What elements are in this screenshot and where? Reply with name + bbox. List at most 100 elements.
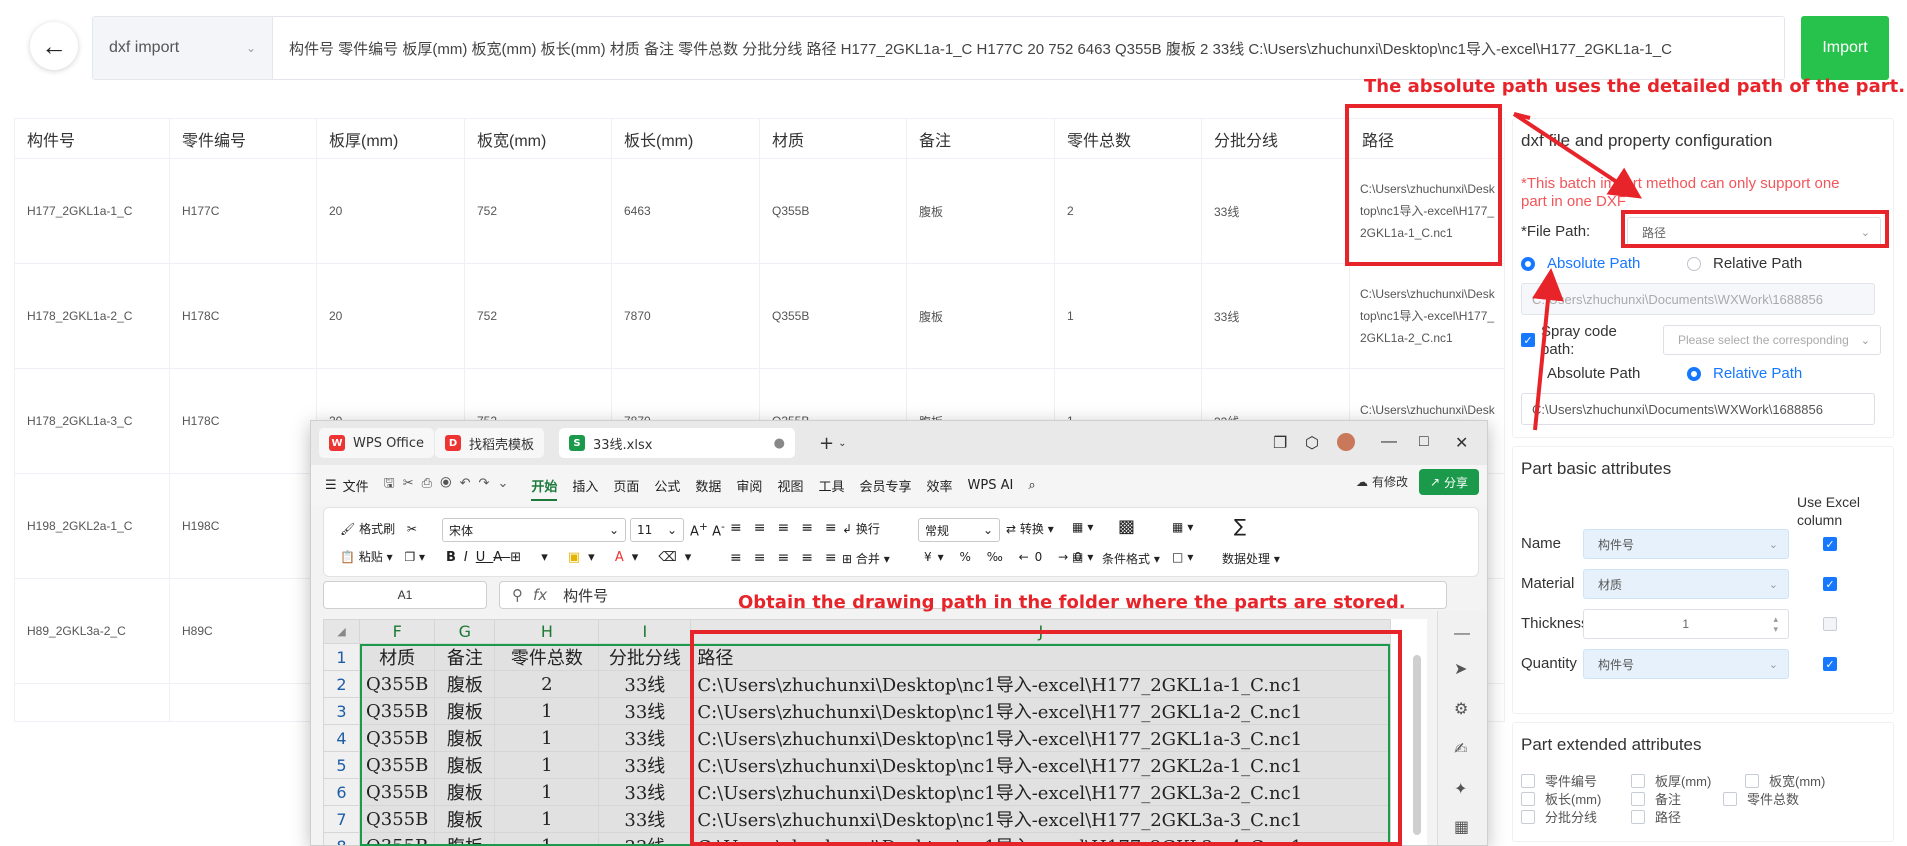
column-letter[interactable]: H — [494, 619, 600, 644]
menu-item[interactable]: WPS AI — [968, 478, 1014, 493]
row-number[interactable]: 2 — [323, 670, 360, 698]
menu-item[interactable]: 开始 — [531, 476, 558, 501]
extended-attr-checkbox[interactable]: 零件编号 — [1521, 771, 1597, 790]
font-grow-icon[interactable]: A+ A- — [690, 520, 725, 539]
sheet-row[interactable]: 1 材质 备注 零件总数 分批分线 路径 — [323, 643, 1392, 671]
sheet-row[interactable]: 3 Q355B 腹板 1 33线 C:\Users\zhuchunxi\Desktop\n… — [323, 697, 1392, 725]
search-icon[interactable]: ⌕ — [1028, 478, 1035, 493]
border-icon[interactable]: □▾ — [1172, 550, 1197, 564]
font-style-buttons[interactable]: BIUA⊞ ▾ ▣▾ A▾ ⌫▾ — [446, 550, 699, 565]
avatar[interactable] — [1337, 433, 1355, 451]
thickness-stepper[interactable]: 1 ▴ ▾ — [1583, 609, 1789, 639]
data-processing-button[interactable]: 数据处理 ▾ — [1222, 550, 1280, 567]
format-select[interactable]: dxf import ⌄ — [93, 17, 273, 79]
row-number[interactable]: 4 — [323, 724, 360, 752]
paste-button[interactable]: 📋 粘贴 ▾ ❐ ▾ — [340, 548, 425, 565]
tab-templates[interactable]: D 找稻壳模板 — [435, 428, 545, 458]
basic-attr-select[interactable]: 构件号 ⌄ — [1583, 649, 1789, 679]
number-format-select[interactable]: 常规 ⌄ — [918, 518, 1000, 542]
menu-item[interactable]: 页面 — [613, 476, 639, 495]
row-number[interactable]: 1 — [323, 643, 360, 671]
select-all-corner[interactable]: ◢ — [323, 619, 360, 644]
sum-icon[interactable]: ∑ — [1234, 516, 1246, 537]
cube-icon[interactable]: ⬡ — [1305, 433, 1319, 453]
rows-cols-icon[interactable]: ▦▾ — [1072, 520, 1097, 534]
vertical-scrollbar[interactable] — [1413, 655, 1421, 835]
menu-item[interactable]: 插入 — [572, 476, 598, 495]
spray-code-select[interactable]: Please select the corresponding ⌄ — [1663, 325, 1881, 355]
row-number[interactable]: 5 — [323, 751, 360, 779]
layout-icon[interactable]: ❐ — [1273, 433, 1287, 453]
maximize-icon[interactable]: □ — [1419, 433, 1429, 451]
tools-icon[interactable]: ✦ — [1454, 779, 1467, 799]
extended-attr-checkbox[interactable]: 备注 — [1631, 789, 1681, 808]
cursor-icon[interactable]: ➤ — [1454, 659, 1467, 679]
spray-absolute-radio[interactable]: Absolute Path — [1521, 365, 1640, 382]
menu-item[interactable]: 文件 — [343, 476, 369, 495]
chart-icon[interactable]: ▦ — [1454, 817, 1469, 837]
menu-item[interactable]: 视图 — [777, 476, 803, 495]
extended-attr-checkbox[interactable]: 分批分线 — [1521, 807, 1597, 826]
basic-attr-select[interactable]: 材质 ⌄ — [1583, 569, 1789, 599]
share-button[interactable]: ↗ 分享 — [1419, 469, 1479, 495]
import-button[interactable]: Import — [1801, 16, 1889, 80]
table-row[interactable]: H177_2GKL1a-1_C H177C 20 752 6463 Q355B 腹板 2 33线… — [14, 158, 1505, 264]
use-excel-checkbox[interactable]: ✓ — [1823, 577, 1837, 591]
name-box[interactable]: A1 — [323, 581, 487, 609]
merge-button[interactable]: ⊞ 合并 ▾ — [842, 550, 890, 567]
column-letter[interactable]: G — [434, 619, 496, 644]
back-button[interactable]: ← — [30, 22, 78, 70]
menu-item[interactable]: 公式 — [654, 476, 680, 495]
extended-attr-checkbox[interactable]: 板长(mm) — [1521, 789, 1601, 808]
extended-attr-checkbox[interactable]: 板宽(mm) — [1745, 771, 1825, 790]
fill-icon[interactable]: ▦▾ — [1172, 520, 1197, 534]
collapse-icon[interactable]: — — [1454, 625, 1470, 643]
base-path-input[interactable]: C:\Users\zhuchunxi\Documents\WXWork\1688… — [1521, 283, 1875, 315]
menu-item[interactable]: 数据 — [695, 476, 721, 495]
format-painter-button[interactable]: 🖌 格式刷 ✂ — [340, 520, 417, 537]
conditional-format-button[interactable]: 条件格式 ▾ — [1102, 550, 1160, 567]
use-excel-checkbox[interactable]: ✓ — [1823, 657, 1837, 671]
sheet-row[interactable]: 6 Q355B 腹板 1 33线 C:\Users\zhuchunxi\Desktop\n… — [323, 778, 1392, 806]
convert-button[interactable]: ⇄ 转换 ▾ — [1006, 520, 1054, 537]
quick-tools-icons[interactable]: 🖫✂⎙⦿↶↷⌄ — [384, 474, 517, 496]
menu-item[interactable]: 会员专享 — [859, 476, 911, 495]
sheet-row[interactable]: 7 Q355B 腹板 1 33线 C:\Users\zhuchunxi\Desktop\n… — [323, 805, 1392, 833]
extended-attr-checkbox[interactable]: 板厚(mm) — [1631, 771, 1711, 790]
absolute-path-radio[interactable]: Absolute Path — [1521, 255, 1640, 272]
spreadsheet-grid[interactable]: ◢ F G H I J 1 材质 备注 零件总数 分批分线 路径 2 Q355B 腹板 2 33线 C:\User… — [323, 619, 1427, 845]
column-letter[interactable]: F — [358, 619, 436, 644]
modified-status[interactable]: ☁ 有修改 — [1356, 473, 1408, 490]
new-tab-button[interactable]: + ⌄ — [809, 428, 856, 458]
spray-code-checkbox[interactable]: ✓ — [1521, 333, 1535, 347]
basic-attr-select[interactable]: 构件号 ⌄ — [1583, 529, 1789, 559]
settings-sliders-icon[interactable]: ⚙ — [1454, 699, 1468, 719]
sheet-row[interactable]: 5 Q355B 腹板 1 33线 C:\Users\zhuchunxi\Desktop\n… — [323, 751, 1392, 779]
align-top-buttons[interactable]: ≡≡≡≡≡ — [730, 520, 849, 536]
wrap-button[interactable]: ↲ 换行 — [842, 520, 880, 537]
sheet-icon[interactable]: ▤▾ — [1072, 550, 1097, 564]
extended-attr-checkbox[interactable]: 路径 — [1631, 807, 1681, 826]
extended-attr-checkbox[interactable]: 零件总数 — [1723, 789, 1799, 808]
table-row[interactable]: H178_2GKL1a-2_C H178C 20 752 7870 Q355B 腹板 1 33线… — [14, 263, 1505, 369]
file-path-select[interactable]: 路径 ⌄ — [1627, 217, 1881, 247]
conditional-format-icon[interactable]: ▩ — [1118, 516, 1135, 537]
minimize-icon[interactable]: — — [1381, 433, 1397, 451]
use-excel-checkbox[interactable] — [1823, 617, 1837, 631]
column-letter[interactable]: J — [690, 619, 1392, 644]
spray-relative-radio[interactable]: Relative Path — [1687, 365, 1802, 382]
menu-item[interactable]: 效率 — [926, 476, 952, 495]
use-excel-checkbox[interactable]: ✓ — [1823, 537, 1837, 551]
column-letter[interactable]: I — [598, 619, 692, 644]
menu-item[interactable]: 审阅 — [736, 476, 762, 495]
relative-path-radio[interactable]: Relative Path — [1687, 255, 1802, 272]
number-format-buttons[interactable]: ¥▾ % ‰ ←0 →0 — [924, 550, 1088, 564]
tab-wps-office[interactable]: W WPS Office — [319, 428, 435, 458]
font-size-select[interactable]: 11 ⌄ — [630, 518, 684, 542]
comment-icon[interactable]: ✍ — [1454, 739, 1467, 759]
close-icon[interactable]: ✕ — [1455, 433, 1468, 453]
sheet-row[interactable]: 2 Q355B 腹板 2 33线 C:\Users\zhuchunxi\Desktop\n… — [323, 670, 1392, 698]
align-bottom-buttons[interactable]: ≡≡≡≡≡ — [730, 550, 849, 566]
sheet-row[interactable]: 4 Q355B 腹板 1 33线 C:\Users\zhuchunxi\Desktop\n… — [323, 724, 1392, 752]
row-number[interactable]: 8 — [323, 832, 360, 845]
